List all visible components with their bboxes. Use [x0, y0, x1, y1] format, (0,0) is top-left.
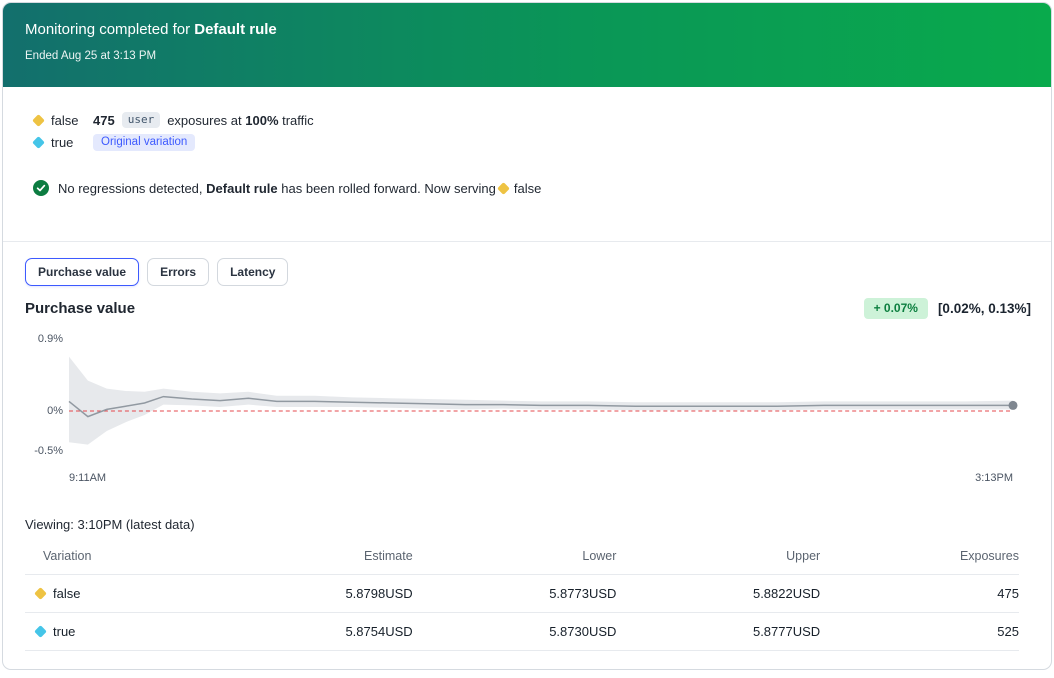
tab-purchase-value[interactable]: Purchase value	[25, 258, 139, 286]
result-middle: has been rolled forward. Now serving	[278, 181, 496, 196]
col-header-lower: Lower	[413, 541, 617, 575]
variation-label: false	[53, 586, 80, 601]
variation-row-false: false 475 user exposures at 100% traffic	[25, 109, 1027, 131]
exposure-unit-badge: user	[122, 112, 161, 128]
col-header-upper: Upper	[616, 541, 820, 575]
exposure-count: 475	[93, 113, 115, 128]
serving-variation-diamond-icon	[497, 182, 510, 195]
banner-title-rule-name: Default rule	[194, 21, 277, 38]
variation-false-diamond-icon	[34, 587, 47, 600]
col-header-exposures: Exposures	[820, 541, 1019, 575]
banner-subtitle: Ended Aug 25 at 3:13 PM	[25, 49, 1029, 63]
check-circle-icon	[33, 180, 49, 196]
lower-cell: 5.8773USD	[413, 575, 617, 613]
metric-chart-svg	[69, 333, 1013, 467]
serving-variation-name: false	[514, 181, 541, 196]
col-header-estimate: Estimate	[214, 541, 413, 575]
results-table: Variation Estimate Lower Upper Exposures…	[25, 541, 1019, 651]
table-row: true 5.8754USD 5.8730USD 5.8777USD 525	[25, 613, 1019, 651]
upper-cell: 5.8777USD	[616, 613, 820, 651]
table-header-row: Variation Estimate Lower Upper Exposures	[25, 541, 1019, 575]
exposure-sentence: exposures at 100% traffic	[167, 113, 313, 128]
latest-point-dot	[1009, 401, 1018, 410]
metric-summary-stats: + 0.07% [0.02%, 0.13%]	[864, 298, 1031, 319]
tab-latency[interactable]: Latency	[217, 258, 288, 286]
x-tick-end: 3:13PM	[975, 471, 1013, 485]
delta-badge: + 0.07%	[864, 298, 928, 319]
estimate-cell: 5.8798USD	[214, 575, 413, 613]
banner-title-prefix: Monitoring completed for	[25, 21, 194, 38]
exposure-text-suffix: traffic	[279, 113, 314, 128]
variation-true-diamond-icon	[32, 136, 45, 149]
result-rule-name: Default rule	[206, 181, 278, 196]
y-tick-bottom: -0.5%	[34, 445, 63, 457]
banner-title: Monitoring completed for Default rule	[25, 20, 1029, 40]
estimate-cell: 5.8754USD	[214, 613, 413, 651]
viewing-status: Viewing: 3:10PM (latest data)	[25, 515, 1027, 535]
table-row: false 5.8798USD 5.8773USD 5.8822USD 475	[25, 575, 1019, 613]
y-tick-zero: 0%	[47, 405, 63, 417]
x-tick-start: 9:11AM	[69, 471, 106, 485]
metric-title: Purchase value	[25, 299, 135, 319]
upper-cell: 5.8822USD	[616, 575, 820, 613]
banner: Monitoring completed for Default rule En…	[3, 3, 1051, 87]
tab-errors[interactable]: Errors	[147, 258, 209, 286]
variation-true-diamond-icon	[34, 625, 47, 638]
exposures-cell: 525	[820, 613, 1019, 651]
exposures-cell: 475	[820, 575, 1019, 613]
variation-label: true	[53, 624, 75, 639]
col-header-variation: Variation	[25, 541, 214, 575]
summary-section: false 475 user exposures at 100% traffic…	[3, 87, 1051, 199]
metric-tabs: Purchase value Errors Latency	[3, 242, 1051, 286]
chart-y-axis: 0.9% 0% -0.5%	[25, 333, 69, 467]
monitoring-card: Monitoring completed for Default rule En…	[2, 2, 1052, 670]
variation-name: false	[51, 113, 93, 128]
metric-header: Purchase value + 0.07% [0.02%, 0.13%]	[25, 298, 1031, 319]
chart-x-axis: 9:11AM 3:13PM	[69, 471, 1013, 485]
variation-cell: true	[25, 624, 214, 639]
y-tick-top: 0.9%	[38, 333, 63, 345]
original-variation-badge: Original variation	[93, 134, 195, 151]
variation-name: true	[51, 135, 93, 150]
lower-cell: 5.8730USD	[413, 613, 617, 651]
confidence-interval: [0.02%, 0.13%]	[938, 301, 1031, 316]
result-prefix: No regressions detected,	[58, 181, 206, 196]
variation-row-true: true Original variation	[25, 131, 1027, 153]
metric-chart: 0.9% 0% -0.5%	[25, 333, 1013, 467]
variation-cell: false	[25, 586, 214, 601]
chart-plot-area[interactable]	[69, 333, 1013, 467]
result-row: No regressions detected, Default rule ha…	[25, 177, 1027, 199]
traffic-percent: 100%	[245, 113, 278, 128]
exposure-text-prefix: exposures at	[167, 113, 245, 128]
result-text: No regressions detected, Default rule ha…	[58, 181, 541, 196]
variation-false-diamond-icon	[32, 114, 45, 127]
